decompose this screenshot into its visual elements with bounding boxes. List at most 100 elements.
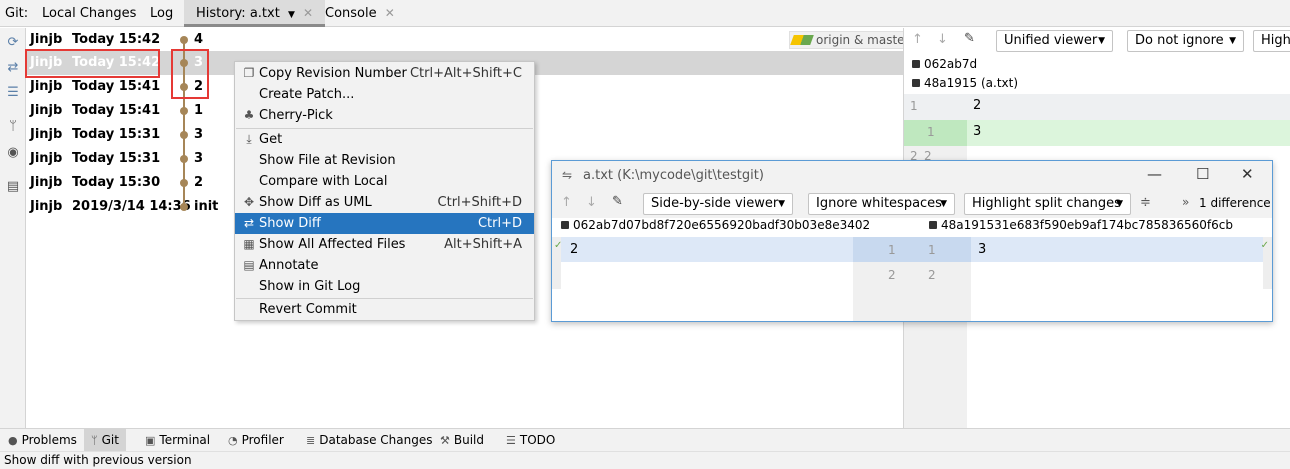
changed-line — [561, 237, 853, 262]
commit-graph-node — [180, 36, 188, 44]
left-editor[interactable]: 2 ✓ — [552, 237, 853, 321]
tab-label: Profiler — [241, 433, 284, 447]
branch-icon[interactable]: ᛘ — [4, 118, 22, 136]
commit-graph-node — [180, 179, 188, 187]
arrow-up-icon[interactable]: ↑ — [561, 195, 572, 210]
close-icon[interactable]: ✕ — [385, 6, 395, 20]
commit-message: init — [194, 199, 219, 214]
highlight-dropdown[interactable]: Highl — [1253, 30, 1290, 52]
commit-date: 2019/3/14 14:36 — [72, 199, 191, 214]
chevron-down-icon: ▼ — [940, 199, 947, 209]
tab-log[interactable]: Log — [150, 0, 173, 27]
branch-label: origin & master — [789, 31, 915, 49]
difference-count: 1 difference — [1199, 196, 1271, 210]
branch-label-text: origin & master — [816, 33, 910, 47]
commit-message: 2 — [194, 175, 204, 190]
arrow-up-icon[interactable]: ↑ — [912, 32, 923, 47]
chevron-down-icon[interactable]: ▼ — [288, 10, 295, 20]
menu-item-get[interactable]: ⤓ Get — [235, 129, 534, 150]
tab-label: Problems — [21, 433, 77, 447]
left-toolbar: ⟳ ⇄ ☰ ᛘ ◉ ▤ — [0, 28, 26, 428]
changed-gutter — [853, 237, 971, 262]
menu-item-git-log[interactable]: Show in Git Log — [235, 276, 534, 297]
menu-item-cherry-pick[interactable]: ♣ Cherry-Pick — [235, 105, 534, 126]
refresh-icon[interactable]: ⟳ — [4, 34, 22, 52]
commit-author: Jinjb — [30, 103, 63, 118]
menu-item-affected-files[interactable]: ▦ Show All Affected Files Alt+Shift+A — [235, 234, 534, 255]
viewer-dropdown[interactable]: Side-by-side viewer ▼ — [643, 193, 793, 215]
menu-item-label: Show Diff as UML — [259, 195, 372, 210]
tab-build[interactable]: ⚒ Build — [440, 429, 484, 452]
tab-label: Terminal — [159, 433, 211, 447]
tab-local-changes[interactable]: Local Changes — [42, 0, 136, 27]
download-icon: ⤓ — [246, 132, 252, 146]
minimize-icon[interactable]: — — [1147, 165, 1162, 183]
line-number: 2 — [888, 268, 896, 282]
menu-item-create-patch[interactable]: Create Patch... — [235, 84, 534, 105]
menu-item-show-file[interactable]: Show File at Revision — [235, 150, 534, 171]
tab-todo[interactable]: ☰ TODO — [506, 429, 555, 452]
line-text: 2 — [570, 242, 579, 257]
line-number: 1 — [888, 243, 896, 257]
hash-text: 062ab7d07bd8f720e6556920badf30b03e8e3402 — [573, 218, 871, 232]
menu-item-annotate[interactable]: ▤ Annotate — [235, 255, 534, 276]
menu-item-revert[interactable]: Revert Commit — [235, 299, 534, 320]
tab-profiler[interactable]: ◔ Profiler — [228, 429, 284, 452]
commit-author: Jinjb — [30, 151, 63, 166]
status-bar: Show diff with previous version — [0, 451, 1290, 469]
ignore-dropdown[interactable]: Do not ignore ▼ — [1127, 30, 1244, 52]
collapse-icon[interactable]: ≑ — [1140, 195, 1151, 210]
layout-icon[interactable]: ▤ — [4, 178, 22, 196]
whitespace-dropdown[interactable]: Ignore whitespaces ▼ — [808, 193, 955, 215]
arrow-down-icon[interactable]: ↓ — [937, 32, 948, 47]
files-icon: ▦ — [243, 237, 255, 251]
viewer-dropdown-label: Unified viewer — [1004, 33, 1098, 48]
line-number: 2 — [928, 268, 936, 282]
arrow-down-icon[interactable]: ↓ — [586, 195, 597, 210]
tab-git[interactable]: ᛘ Git — [84, 429, 126, 452]
tab-history-label: History: a.txt — [196, 6, 280, 21]
menu-item-copy-revision[interactable]: ❐ Copy Revision Number Ctrl+Alt+Shift+C — [235, 63, 534, 84]
tab-label: Git — [101, 433, 119, 447]
commit-date: Today 15:42 — [72, 32, 161, 47]
commit-date: Today 15:30 — [72, 175, 161, 190]
ignore-dropdown-label: Do not ignore — [1135, 33, 1224, 48]
eye-icon[interactable]: ◉ — [4, 144, 22, 162]
tab-console[interactable]: Console ✕ — [325, 0, 395, 27]
side-by-side-diff: 2 ✓ 1 1 2 2 3 ✓ — [552, 237, 1272, 321]
right-revision-hash: 48a191531e683f590eb9af174bc785836560f6cb — [929, 218, 1233, 232]
menu-item-show-diff[interactable]: ⇄ Show Diff Ctrl+D — [235, 213, 534, 234]
close-icon[interactable]: ✕ — [303, 6, 313, 20]
tab-database-changes[interactable]: ≣ Database Changes — [306, 429, 433, 452]
show-diff-icon[interactable]: ⇄ — [4, 59, 22, 77]
menu-item-shortcut: Alt+Shift+A — [444, 237, 522, 252]
menu-item-label: Copy Revision Number — [259, 66, 407, 81]
menu-item-label: Get — [259, 132, 283, 147]
menu-item-label: Revert Commit — [259, 302, 357, 317]
tab-history[interactable]: History: a.txt ▼ ✕ — [184, 0, 326, 27]
lock-icon — [561, 221, 569, 229]
compare-icon[interactable]: ☰ — [4, 84, 22, 102]
tab-console-label: Console — [325, 6, 377, 21]
left-revision-hash: 062ab7d — [912, 57, 977, 71]
build-icon: ⚒ — [440, 434, 450, 447]
line-text: 2 — [973, 98, 982, 113]
viewer-dropdown[interactable]: Unified viewer ▼ — [996, 30, 1113, 52]
tab-terminal[interactable]: ▣ Terminal — [145, 429, 210, 452]
highlight-dropdown-label: Highl — [1261, 33, 1290, 48]
hash-text: 48a1915 (a.txt) — [924, 76, 1019, 90]
double-chevron-icon[interactable]: » — [1182, 195, 1189, 209]
edit-icon[interactable]: ✎ — [612, 194, 623, 209]
commit-author: Jinjb — [30, 199, 63, 214]
close-icon[interactable]: ✕ — [1241, 165, 1254, 183]
menu-item-compare-local[interactable]: Compare with Local — [235, 171, 534, 192]
line-text: 3 — [978, 242, 987, 257]
line-number: 1 — [910, 99, 918, 113]
right-editor[interactable]: 3 ✓ — [971, 237, 1272, 321]
maximize-icon[interactable]: ☐ — [1196, 165, 1209, 183]
edit-icon[interactable]: ✎ — [964, 31, 975, 46]
tab-label: Database Changes — [319, 433, 433, 447]
menu-item-diff-uml[interactable]: ✥ Show Diff as UML Ctrl+Shift+D — [235, 192, 534, 213]
tab-problems[interactable]: ● Problems — [8, 429, 77, 452]
highlight-dropdown[interactable]: Highlight split changes ▼ — [964, 193, 1131, 215]
